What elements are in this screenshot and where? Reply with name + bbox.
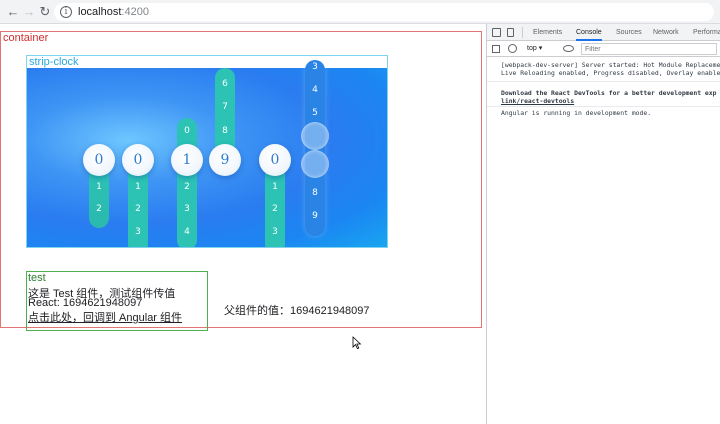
strip-number: 2: [272, 204, 278, 214]
strip-number: 2: [135, 204, 141, 214]
strip-number: 4: [312, 85, 318, 95]
context-selector[interactable]: top ▾: [527, 43, 542, 55]
strip-clock-box: strip-clock 1 2 0 1 2 3 0 0 2 3 4 1 6 7 …: [26, 55, 388, 248]
tab-network[interactable]: Network: [653, 24, 679, 41]
test-component-box: test 这是 Test 组件，测试组件传值 React: 1694621948…: [26, 271, 208, 331]
test-title: test: [28, 272, 46, 284]
console-link[interactable]: link/react-devtools: [501, 97, 574, 105]
clock-background: 1 2 0 1 2 3 0 0 2 3 4 1 6 7 8 9 1 2 3 0 …: [27, 60, 387, 247]
devtools-tab-bar: Elements Console Sources Network Perform…: [487, 24, 720, 41]
sidebar-toggle-icon[interactable]: [492, 45, 500, 53]
forward-icon[interactable]: →: [21, 4, 37, 20]
page-viewport: container strip-clock 1 2 0 1 2 3 0 0 2 …: [0, 24, 486, 424]
browser-toolbar: ← → ↻ i localhost:4200: [0, 0, 720, 24]
react-value: React: 1694621948097: [28, 297, 143, 309]
clock-digit: 9: [209, 144, 241, 176]
url-host: localhost: [78, 6, 122, 18]
tab-sources[interactable]: Sources: [616, 24, 642, 41]
address-bar[interactable]: i localhost:4200: [54, 3, 714, 21]
parent-value-text: 父组件的值：1694621948097: [224, 305, 370, 317]
device-toolbar-icon[interactable]: [507, 28, 514, 37]
ghost-digit: [301, 150, 329, 178]
callback-link[interactable]: 点击此处，回调到 Angular 组件: [28, 309, 182, 325]
chevron-down-icon: ▾: [538, 45, 543, 52]
url-port: :4200: [121, 6, 149, 18]
strip-number: 3: [312, 62, 318, 72]
console-message: [webpack-dev-server] Server started: Hot…: [501, 61, 720, 69]
strip-number: 6: [222, 79, 228, 89]
tab-performance[interactable]: Performa: [693, 24, 720, 41]
strip-number: 3: [272, 227, 278, 237]
console-message: Download the React DevTools for a better…: [501, 89, 717, 97]
strip-number: 3: [135, 227, 141, 237]
strip-number: 4: [184, 227, 190, 237]
clear-console-icon[interactable]: [508, 44, 517, 53]
clock-digit: 0: [83, 144, 115, 176]
back-icon[interactable]: ←: [5, 4, 21, 20]
console-divider: [487, 106, 720, 107]
container-label: container: [3, 32, 49, 44]
console-divider: [487, 81, 720, 82]
strip-number: 9: [312, 211, 318, 221]
reload-icon[interactable]: ↻: [37, 4, 53, 20]
mouse-cursor-icon: [352, 336, 362, 350]
strip-number: 1: [96, 182, 102, 192]
tab-divider: [522, 27, 523, 38]
site-info-icon[interactable]: i: [60, 6, 72, 18]
clock-digit: 0: [259, 144, 291, 176]
eye-icon[interactable]: [563, 45, 574, 52]
strip-number: 2: [184, 182, 190, 192]
clock-digit: 0: [122, 144, 154, 176]
console-message: Angular is running in development mode.: [501, 109, 652, 117]
strip-number: 8: [222, 126, 228, 136]
clock-digit: 1: [171, 144, 203, 176]
strip-number: 3: [184, 204, 190, 214]
devtools-panel: Elements Console Sources Network Perform…: [486, 24, 720, 424]
console-message: Live Reloading enabled, Progress disable…: [501, 69, 720, 77]
tab-elements[interactable]: Elements: [533, 24, 562, 41]
strip-clock-label: strip-clock: [29, 56, 79, 68]
strip-number: 8: [312, 188, 318, 198]
container-box: container strip-clock 1 2 0 1 2 3 0 0 2 …: [0, 31, 482, 331]
strip-number: 0: [184, 126, 190, 136]
console-toolbar: top ▾: [487, 41, 720, 57]
strip-number: 7: [222, 102, 228, 112]
tab-console[interactable]: Console: [576, 24, 602, 41]
strip-number: 5: [312, 108, 318, 118]
strip-number: 1: [135, 182, 141, 192]
url-text: localhost:4200: [78, 5, 149, 19]
ghost-digit: [301, 122, 329, 150]
inspect-element-icon[interactable]: [492, 28, 501, 37]
strip-number: 2: [96, 204, 102, 214]
console-filter-input[interactable]: [581, 43, 717, 55]
strip-number: 1: [272, 182, 278, 192]
context-label: top: [527, 45, 537, 52]
